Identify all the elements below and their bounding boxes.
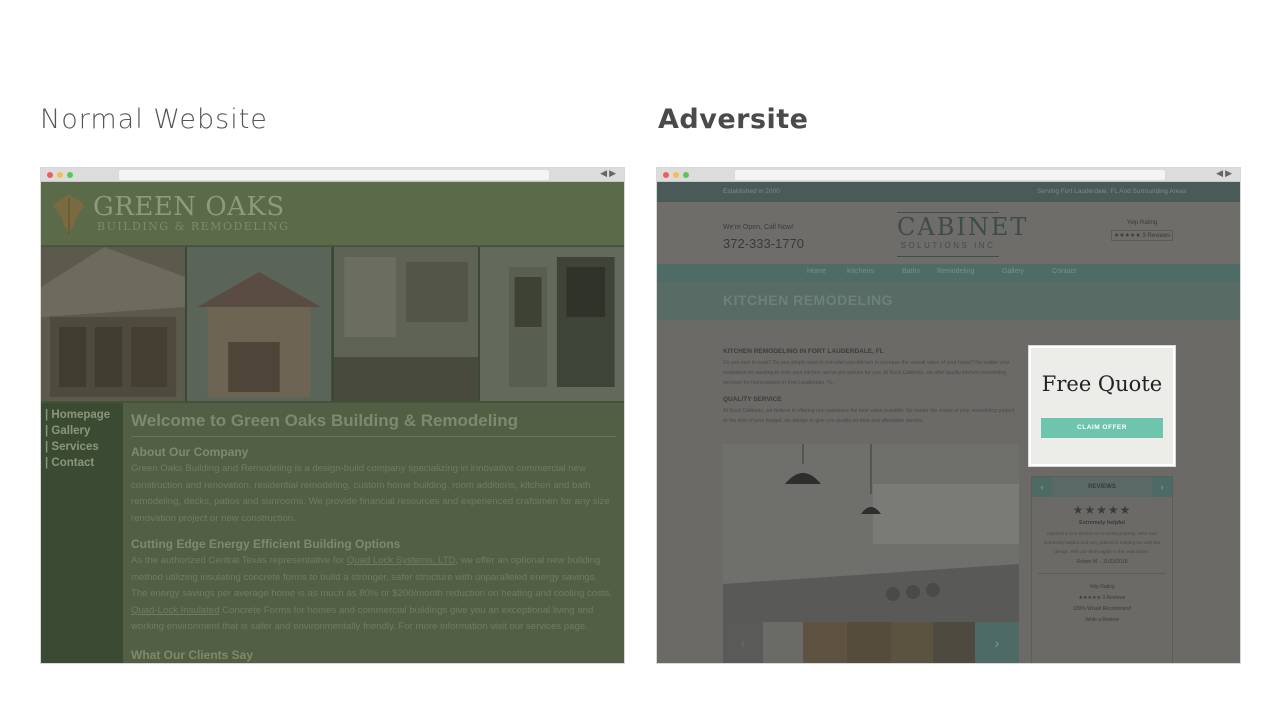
quality-service-text: At Rock Cabinets, we believe in offering… (723, 408, 1015, 424)
address-bar[interactable] (735, 170, 1165, 180)
nav-item-contact[interactable]: Contact (1052, 268, 1076, 275)
rating-count: 3 Reviews (1142, 233, 1171, 239)
address-bar[interactable] (119, 170, 549, 180)
photo-strip (41, 247, 624, 401)
rating-stars-icon: ★★★★★ (1113, 233, 1141, 239)
footer-rating-box[interactable]: ★★★★★ 3 Reviews (1032, 593, 1172, 604)
popup-title: Free Quote (1041, 372, 1163, 396)
footer-rating-count: 3 Reviews (1102, 595, 1126, 601)
gallery-thumbnail[interactable] (763, 622, 803, 663)
write-review-link[interactable]: Write a Review (1032, 615, 1172, 626)
minimize-window-dot-icon[interactable] (57, 172, 63, 178)
nav-link-contact[interactable]: | Contact (45, 457, 119, 469)
house-porch-photo (41, 247, 186, 401)
site-logo[interactable]: CABINET SOLUTIONS INC (897, 212, 1029, 257)
energy-paragraph: As the authorized Central Texas represen… (131, 555, 613, 632)
minimize-window-dot-icon[interactable] (673, 172, 679, 178)
recommend-text: 100% Would Recommend (1073, 606, 1131, 612)
review-body: Needed a new kitchen as a rental propert… (1043, 531, 1161, 554)
about-heading: About Our Company (131, 445, 249, 459)
header-rating: Yelp Rating ★★★★★ 3 Reviews (1097, 220, 1187, 241)
gallery-thumbnails: ‹ › (723, 622, 1019, 663)
green-oaks-page: GREEN OAKS BUILDING & REMODELING | Homep… (41, 182, 624, 663)
footer-stars-icon: ★★★★★ (1078, 595, 1101, 601)
reviews-widget: ‹ REVIEWS › ★★★★★ Extremely helpful Need… (1031, 476, 1173, 663)
maximize-window-dot-icon[interactable] (683, 172, 689, 178)
browser-chrome: ◀▶ (657, 168, 1240, 182)
nav-item-kitchens[interactable]: Kitchens (847, 268, 874, 275)
banner-title: KITCHEN REMODELING (723, 292, 893, 308)
doorway-photo (479, 247, 624, 401)
energy-heading: Cutting Edge Energy Efficient Building O… (131, 537, 401, 551)
close-window-dot-icon[interactable] (47, 172, 53, 178)
gallery-thumbnail[interactable] (891, 622, 933, 663)
main-content: Welcome to Green Oaks Building & Remodel… (123, 403, 624, 663)
quad-lock-link[interactable]: Quad Lock Systems, LTD (347, 555, 456, 566)
gallery-prev-arrow-icon[interactable]: ‹ (723, 622, 763, 663)
oak-leaf-logo-icon (53, 194, 85, 234)
logo-sub-text: SOLUTIONS INC (900, 241, 996, 250)
site-header: We're Open, Call Now! 372-333-1770 CABIN… (657, 202, 1240, 264)
back-forward-arrows-icon[interactable]: ◀▶ (600, 168, 618, 179)
kitchen-photo (723, 444, 1019, 622)
nav-link-homepage[interactable]: | Homepage (45, 409, 119, 421)
review-title: Extremely helpful (1079, 520, 1125, 526)
close-window-dot-icon[interactable] (663, 172, 669, 178)
phone-number-link[interactable]: 372-333-1770 (723, 236, 804, 251)
rating-box[interactable]: ★★★★★ 3 Reviews (1110, 230, 1174, 241)
service-area-text: Serving Fort Lauderdale, FL And Surround… (1037, 188, 1187, 195)
back-forward-arrows-icon[interactable]: ◀▶ (1216, 168, 1234, 179)
kitchen-remodeling-text: Do you love to cook? Do you simply want … (723, 360, 1010, 386)
kitchen-remodeling-heading: KITCHEN REMODELING IN FORT LAUDERDALE, F… (723, 348, 884, 355)
gallery-thumbnail[interactable] (803, 622, 847, 663)
page-banner: KITCHEN REMODELING (657, 282, 1240, 320)
garage-house-photo (187, 247, 332, 401)
site-header: GREEN OAKS BUILDING & REMODELING (41, 182, 624, 246)
normal-website-browser: ◀▶ GREEN OAKS BUILDING & REMODELING | Ho… (40, 167, 625, 664)
quality-service-heading: QUALITY SERVICE (723, 396, 782, 403)
reviews-heading: REVIEWS (1088, 484, 1116, 490)
quad-lock-insulated-link[interactable]: Quad-Lock Insulated (131, 605, 220, 616)
gallery-next-arrow-icon[interactable]: › (975, 622, 1019, 663)
site-logo-text: GREEN OAKS (93, 192, 285, 222)
normal-website-heading: Normal Website (40, 104, 268, 135)
page-title: Welcome to Green Oaks Building & Remodel… (131, 411, 616, 437)
reviews-header: ‹ REVIEWS › (1032, 477, 1172, 497)
review-author: Robert M. - 11/03/2018 (1076, 559, 1128, 565)
nav-link-services[interactable]: | Services (45, 441, 119, 453)
nav-item-home[interactable]: Home (807, 268, 826, 275)
gallery-thumbnail[interactable] (933, 622, 975, 663)
browser-chrome: ◀▶ (41, 168, 624, 182)
kitchen-interior-photo (333, 247, 478, 401)
nav-item-remodeling[interactable]: Remodeling (937, 268, 974, 275)
review-stars-icon: ★★★★★ (1072, 503, 1132, 517)
rating-label: Yelp Rating (1126, 220, 1158, 226)
open-call-text: We're Open, Call Now! (723, 224, 794, 231)
claim-offer-button[interactable]: CLAIM OFFER (1041, 418, 1163, 438)
sidebar-nav: | Homepage | Gallery | Services | Contac… (41, 403, 123, 663)
logo-main-text: CABINET (897, 213, 1029, 241)
gallery-thumbnail[interactable] (847, 622, 891, 663)
free-quote-popup: Free Quote CLAIM OFFER (1028, 345, 1176, 467)
nav-item-gallery[interactable]: Gallery (1002, 268, 1024, 275)
reviews-prev-icon[interactable]: ‹ (1032, 477, 1052, 497)
reviews-next-icon[interactable]: › (1152, 477, 1172, 497)
maximize-window-dot-icon[interactable] (67, 172, 73, 178)
top-info-bar: Established in 2000 Serving Fort Lauderd… (657, 182, 1240, 202)
footer-rating-label: Yelp Rating (1089, 584, 1115, 590)
rating-summary: Yelp Rating ★★★★★ 3 Reviews 100% Would R… (1032, 582, 1172, 626)
adversite-browser: ◀▶ Established in 2000 Serving Fort Laud… (656, 167, 1241, 664)
nav-item-baths[interactable]: Baths (902, 268, 920, 275)
nav-link-gallery[interactable]: | Gallery (45, 425, 119, 437)
main-nav: Home Kitchens Baths Remodeling Gallery C… (657, 264, 1240, 282)
kitchen-gallery[interactable]: ‹ › (723, 444, 1019, 663)
site-logo-subtitle: BUILDING & REMODELING (97, 220, 290, 233)
reviews-divider (1038, 573, 1166, 574)
about-paragraph: Green Oaks Building and Remodeling is a … (131, 463, 610, 524)
clients-heading: What Our Clients Say (131, 647, 254, 662)
established-text: Established in 2000 (723, 188, 780, 195)
cabinet-solutions-page: Established in 2000 Serving Fort Lauderd… (657, 182, 1240, 663)
adversite-heading: Adversite (658, 104, 809, 135)
